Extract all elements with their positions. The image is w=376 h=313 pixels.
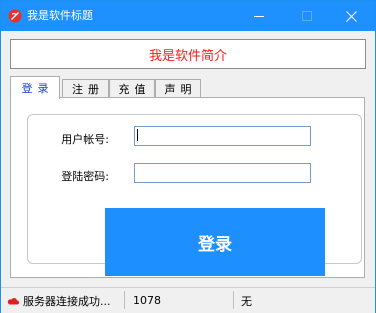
status-code-text: 1078 — [133, 294, 161, 307]
status-code: 1078 — [133, 288, 229, 313]
software-intro-banner: 我是软件简介 — [10, 39, 366, 69]
login-card: 用户帐号: 登陆密码: 登录 — [27, 114, 362, 276]
status-divider — [124, 291, 125, 309]
title-bar[interactable]: 我是软件标题 — [1, 1, 375, 31]
minimize-button[interactable] — [236, 1, 282, 31]
text-caret — [137, 129, 138, 141]
maximize-button[interactable] — [284, 1, 330, 31]
tab-label: 注册 — [72, 82, 104, 96]
tab-label: 声明 — [164, 82, 197, 96]
login-button[interactable]: 登录 — [105, 208, 325, 276]
app-logo-icon — [8, 9, 22, 23]
cloud-icon — [7, 298, 19, 305]
tab-statement[interactable]: 声明 — [155, 79, 201, 97]
status-connection: 服务器连接成功... — [7, 288, 119, 313]
tab-login[interactable]: 登录 — [10, 76, 60, 99]
password-input[interactable] — [134, 163, 311, 183]
close-icon — [345, 10, 357, 22]
tab-label: 登录 — [21, 82, 54, 95]
account-input[interactable] — [134, 126, 311, 146]
status-text: 服务器连接成功... — [23, 294, 111, 308]
status-extra-text: 无 — [241, 294, 252, 308]
login-tab-panel: 用户帐号: 登陆密码: 登录 — [10, 97, 365, 278]
minimize-icon — [254, 15, 264, 17]
account-label: 用户帐号: — [61, 133, 109, 146]
status-bar: 服务器连接成功... 1078 无 — [1, 287, 375, 313]
app-window: 我是软件标题 我是软件简介 登录 注册 充值 声明 用户帐号: 登陆密码: 登录… — [0, 0, 376, 313]
window-title: 我是软件标题 — [27, 9, 93, 22]
status-divider — [233, 291, 234, 309]
status-extra: 无 — [241, 288, 361, 313]
tab-recharge[interactable]: 充值 — [109, 79, 155, 97]
tab-register[interactable]: 注册 — [62, 79, 109, 97]
maximize-icon — [302, 11, 312, 21]
tab-label: 充值 — [118, 82, 151, 96]
password-label: 登陆密码: — [61, 170, 109, 183]
close-button[interactable] — [328, 1, 374, 31]
